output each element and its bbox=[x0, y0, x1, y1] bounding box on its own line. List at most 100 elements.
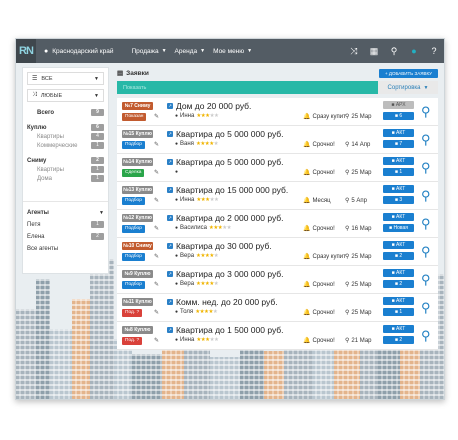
add-request-button[interactable]: + ДОБАВИТЬ ЗАЯВКУ bbox=[379, 68, 438, 78]
request-title-link[interactable]: ↗ Квартира до 2 000 000 руб. bbox=[167, 213, 284, 223]
list-item[interactable]: №7 Сниму Показан ✎ ↗ Дом до 20 000 руб. … bbox=[117, 98, 438, 126]
shuffle-icon[interactable]: ⤨ bbox=[344, 46, 364, 57]
grid-icon[interactable]: ▦ bbox=[364, 46, 384, 57]
list-item[interactable]: №14 Куплю Сделка ✎ ↗ Квартира до 5 000 0… bbox=[117, 154, 438, 182]
request-title-link[interactable]: ↗ Квартира до 5 000 000 руб. bbox=[167, 157, 284, 167]
agent-item[interactable]: Елена 2 bbox=[27, 232, 104, 241]
state-badge[interactable]: ■ АКТ bbox=[383, 185, 414, 193]
matches-count: 6 bbox=[399, 113, 403, 119]
request-id-badge[interactable]: №14 Куплю bbox=[122, 158, 153, 166]
matches-badge[interactable]: ■ 6 bbox=[383, 112, 414, 120]
request-id-badge[interactable]: №7 Сниму bbox=[122, 102, 153, 110]
page-title-text: Заявки bbox=[126, 69, 149, 77]
sidebar-item-buy[interactable]: Куплю 6 bbox=[27, 123, 104, 132]
state-badge[interactable]: ■ АКТ bbox=[383, 297, 414, 305]
search-icon[interactable]: ⚲ bbox=[421, 272, 431, 288]
sidebar-item-total[interactable]: Всего 9 bbox=[27, 108, 104, 117]
request-title-link[interactable]: ↗ Комм. нед. до 20 000 руб. bbox=[167, 297, 278, 307]
request-id-badge[interactable]: №15 Куплю bbox=[122, 130, 153, 138]
agent-item[interactable]: Петя 1 bbox=[27, 220, 104, 229]
list-item[interactable]: №13 Куплю Подбор ✎ ↗ Квартира до 15 000 … bbox=[117, 182, 438, 210]
filter-input[interactable]: Показать bbox=[117, 85, 146, 91]
user-icon[interactable]: ● bbox=[404, 46, 424, 56]
list-item[interactable]: №10 Сниму Подбор ✎ ↗ Квартира до 30 000 … bbox=[117, 238, 438, 266]
request-id-badge[interactable]: №8 Куплю bbox=[122, 326, 153, 334]
list-item[interactable]: №9 Куплю Подбор ✎ ↗ Квартира до 3 000 00… bbox=[117, 266, 438, 294]
search-icon[interactable]: ⚲ bbox=[384, 46, 404, 57]
request-title-link[interactable]: ↗ Квартира до 30 000 руб. bbox=[167, 241, 272, 251]
search-icon[interactable]: ⚲ bbox=[421, 244, 431, 260]
state-badge[interactable]: ■ АРХ bbox=[383, 101, 414, 109]
matches-badge[interactable]: ■ 2 bbox=[383, 252, 414, 260]
request-id-badge[interactable]: №10 Сниму bbox=[122, 242, 153, 250]
owner-select[interactable]: ☰ ВСЕ ▼ bbox=[27, 72, 104, 85]
search-icon[interactable]: ⚲ bbox=[421, 104, 431, 120]
status-badge[interactable]: Подбор bbox=[122, 281, 145, 289]
search-icon[interactable]: ⚲ bbox=[421, 132, 431, 148]
menu-my-menu[interactable]: Мое меню ▼ bbox=[213, 48, 252, 55]
matches-badge[interactable]: ■ 3 bbox=[383, 196, 414, 204]
state-badge[interactable]: ■ АКТ bbox=[383, 269, 414, 277]
search-icon[interactable]: ⚲ bbox=[421, 160, 431, 176]
pencil-icon[interactable]: ✎ bbox=[154, 141, 159, 148]
status-badge[interactable]: Показан bbox=[122, 113, 147, 121]
pencil-icon[interactable]: ✎ bbox=[154, 113, 159, 120]
sort-dropdown[interactable]: Сортировка ▼ bbox=[378, 81, 438, 94]
list-item[interactable]: №12 Куплю Подбор ✎ ↗ Квартира до 2 000 0… bbox=[117, 210, 438, 238]
sidebar-item-rent-houses[interactable]: Дома 1 bbox=[27, 174, 104, 183]
state-badge[interactable]: ■ АКТ bbox=[383, 241, 414, 249]
status-badge[interactable]: Подбор bbox=[122, 197, 145, 205]
matches-badge[interactable]: ■ 7 bbox=[383, 140, 414, 148]
app-logo[interactable]: RN bbox=[16, 39, 36, 63]
pencil-icon[interactable]: ✎ bbox=[154, 169, 159, 176]
search-icon[interactable]: ⚲ bbox=[421, 216, 431, 232]
status-badge[interactable]: Сделка bbox=[122, 169, 145, 177]
state-badge[interactable]: ■ АКТ bbox=[383, 157, 414, 165]
matches-badge[interactable]: ■ 2 bbox=[383, 336, 414, 344]
region-selector[interactable]: ● Краснодарский край bbox=[44, 48, 113, 55]
state-badge[interactable]: ■ АКТ bbox=[383, 213, 414, 221]
status-badge[interactable]: Под. ? bbox=[122, 337, 143, 345]
sidebar-item-buy-commercial[interactable]: Коммерческие 1 bbox=[27, 141, 104, 150]
list-item[interactable]: №15 Куплю Подбор ✎ ↗ Квартира до 5 000 0… bbox=[117, 126, 438, 154]
status-badge[interactable]: Под. ? bbox=[122, 309, 143, 317]
matches-badge[interactable]: ■ Новая bbox=[383, 224, 414, 232]
matches-badge[interactable]: ■ 1 bbox=[383, 308, 414, 316]
pencil-icon[interactable]: ✎ bbox=[154, 337, 159, 344]
menu-rent[interactable]: Аренда ▼ bbox=[175, 48, 206, 55]
agents-header[interactable]: Агенты ▼ bbox=[27, 208, 104, 217]
pencil-icon[interactable]: ✎ bbox=[154, 281, 159, 288]
pencil-icon[interactable]: ✎ bbox=[154, 225, 159, 232]
help-icon[interactable]: ? bbox=[424, 46, 444, 56]
request-id-badge[interactable]: №11 Куплю bbox=[122, 298, 153, 306]
pencil-icon[interactable]: ✎ bbox=[154, 309, 159, 316]
type-select[interactable]: ⤨ ЛЮБЫЕ ▼ bbox=[27, 89, 104, 102]
search-icon[interactable]: ⚲ bbox=[421, 328, 431, 344]
status-badge[interactable]: Подбор bbox=[122, 225, 145, 233]
request-id-badge[interactable]: №12 Куплю bbox=[122, 214, 153, 222]
state-badge[interactable]: ■ АКТ bbox=[383, 129, 414, 137]
state-badge[interactable]: ■ АКТ bbox=[383, 325, 414, 333]
status-badge[interactable]: Подбор bbox=[122, 253, 145, 261]
all-agents-link[interactable]: Все агенты bbox=[27, 244, 104, 253]
search-icon[interactable]: ⚲ bbox=[421, 300, 431, 316]
request-id-badge[interactable]: №13 Куплю bbox=[122, 186, 153, 194]
sidebar-item-rent-flats[interactable]: Квартиры 1 bbox=[27, 165, 104, 174]
matches-badge[interactable]: ■ 2 bbox=[383, 280, 414, 288]
sidebar-item-rent[interactable]: Сниму 2 bbox=[27, 156, 104, 165]
list-item[interactable]: №11 Куплю Под. ? ✎ ↗ Комм. нед. до 20 00… bbox=[117, 294, 438, 322]
request-title-link[interactable]: ↗ Квартира до 5 000 000 руб. bbox=[167, 129, 284, 139]
pencil-icon[interactable]: ✎ bbox=[154, 197, 159, 204]
search-icon[interactable]: ⚲ bbox=[421, 188, 431, 204]
status-badge[interactable]: Подбор bbox=[122, 141, 145, 149]
request-title-link[interactable]: ↗ Квартира до 3 000 000 руб. bbox=[167, 269, 284, 279]
menu-sale[interactable]: Продажа ▼ bbox=[131, 48, 166, 55]
pencil-icon[interactable]: ✎ bbox=[154, 253, 159, 260]
sidebar-item-buy-flats[interactable]: Квартиры 4 bbox=[27, 132, 104, 141]
request-title-link[interactable]: ↗ Дом до 20 000 руб. bbox=[167, 101, 251, 111]
list-item[interactable]: №8 Куплю Под. ? ✎ ↗ Квартира до 1 500 00… bbox=[117, 322, 438, 350]
request-title-link[interactable]: ↗ Квартира до 1 500 000 руб. bbox=[167, 325, 284, 335]
request-title-link[interactable]: ↗ Квартира до 15 000 000 руб. bbox=[167, 185, 288, 195]
matches-badge[interactable]: ■ 1 bbox=[383, 168, 414, 176]
request-id-badge[interactable]: №9 Куплю bbox=[122, 270, 153, 278]
